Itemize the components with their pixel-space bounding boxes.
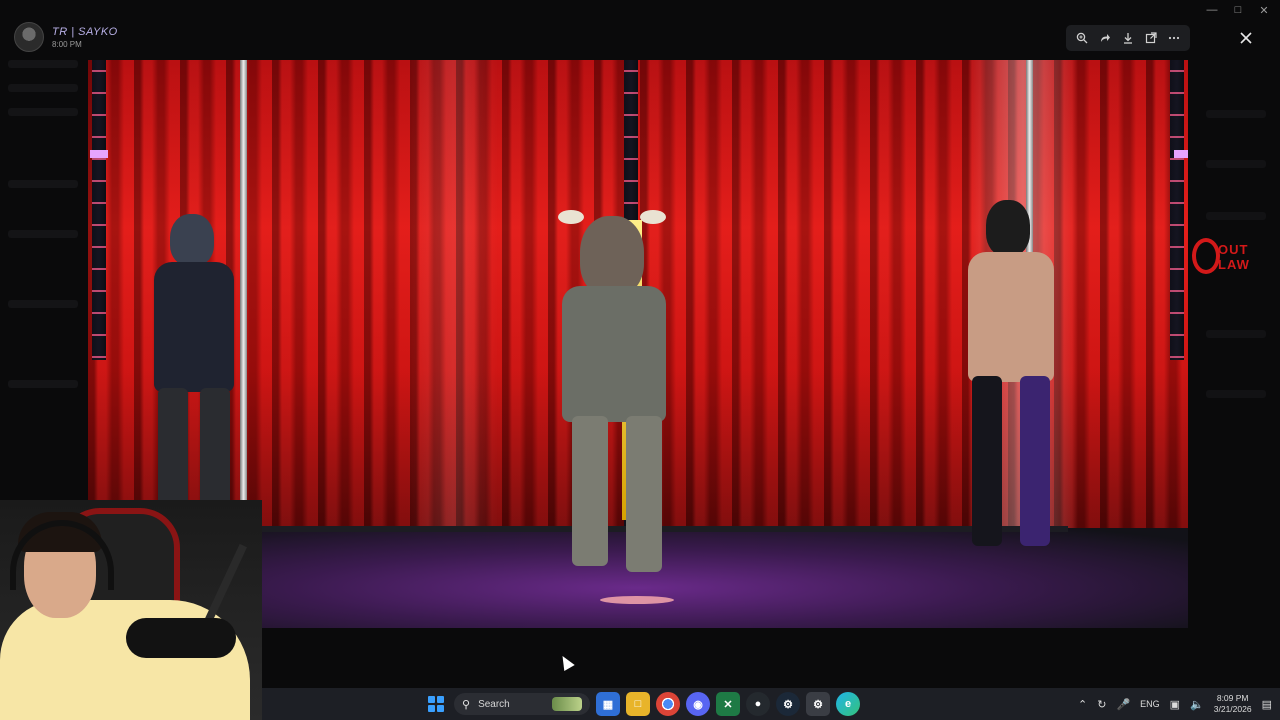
clock-time: 8:09 PM (1216, 693, 1249, 703)
steam-icon[interactable]: ⚙ (776, 692, 800, 716)
windows-start-icon[interactable] (424, 692, 448, 716)
logo-text: LAW (1218, 257, 1250, 272)
bull-horn (558, 210, 584, 224)
character-leg (200, 388, 230, 508)
discord-icon[interactable]: ◉ (686, 692, 710, 716)
bg-line (8, 300, 78, 308)
notification-icon[interactable]: ▤ (1262, 698, 1272, 711)
chevron-up-icon[interactable]: ⌃ (1078, 698, 1087, 711)
character-leg (972, 376, 1002, 546)
avatar[interactable] (14, 22, 44, 52)
search-label: Search (478, 698, 510, 710)
outlaw-logo: OUT LAW (1192, 236, 1258, 280)
author-name[interactable]: TR | SAYKO (52, 26, 118, 38)
maximize-icon[interactable]: □ (1232, 4, 1244, 17)
settings-icon[interactable]: ⚙ (806, 692, 830, 716)
microphone-tray-icon[interactable]: 🎤 (1116, 698, 1130, 711)
light-pillar (1170, 60, 1184, 360)
character-head (170, 214, 214, 266)
character-leg (572, 416, 608, 566)
search-highlight-image (552, 697, 582, 711)
terminal-icon[interactable]: ✕ (716, 692, 740, 716)
system-tray: ⌃ ↻ 🎤 ENG ▣ 🔈 8:09 PM 3/21/2026 ▤ (1078, 688, 1272, 720)
download-icon[interactable] (1119, 29, 1137, 47)
github-icon[interactable]: ● (746, 692, 770, 716)
microphone-icon (126, 618, 236, 658)
open-external-icon[interactable] (1142, 29, 1160, 47)
character-right (950, 200, 1080, 570)
character-torso (154, 262, 234, 392)
bg-line (1206, 330, 1266, 338)
character-torso (562, 286, 666, 422)
logo-text: OUT (1218, 242, 1249, 257)
character-torso (968, 252, 1054, 382)
bg-line (8, 60, 78, 68)
clock-date: 3/21/2026 (1213, 704, 1252, 714)
close-icon[interactable] (1234, 26, 1258, 50)
zoom-in-icon[interactable] (1073, 29, 1091, 47)
bg-line (1206, 390, 1266, 398)
window-controls: — □ ✕ (1206, 4, 1270, 17)
bg-line (1206, 110, 1266, 118)
stage-marker (600, 596, 674, 604)
taskbar-apps: ⚲ Search ▦ □ ◉ ✕ ● ⚙ ⚙ e (424, 692, 860, 716)
network-icon[interactable]: ▣ (1170, 698, 1180, 711)
search-icon: ⚲ (462, 698, 471, 711)
bg-line (8, 380, 78, 388)
file-explorer-icon[interactable]: □ (626, 692, 650, 716)
character-leg (626, 416, 662, 572)
purple-light (1174, 150, 1188, 158)
screen: — □ ✕ TR | SAYKO 8:00 PM OUT LAW ⚲ Searc… (0, 0, 1280, 720)
light-pillar (92, 60, 106, 360)
window-close-icon[interactable]: ✕ (1258, 4, 1270, 17)
image-author: TR | SAYKO 8:00 PM (14, 22, 118, 52)
language-indicator[interactable]: ENG (1140, 699, 1160, 709)
forward-icon[interactable] (1096, 29, 1114, 47)
edge-icon[interactable]: e (836, 692, 860, 716)
bg-line (8, 108, 78, 116)
taskbar-clock[interactable]: 8:09 PM 3/21/2026 (1214, 693, 1252, 715)
webcam-overlay (0, 500, 262, 720)
bull-mask (580, 216, 644, 296)
chrome-icon[interactable] (656, 692, 680, 716)
character-leg (1020, 376, 1050, 546)
purple-light (90, 150, 108, 158)
bg-line (8, 230, 78, 238)
character-center (528, 210, 698, 580)
spotlight (408, 60, 498, 540)
taskbar-search[interactable]: ⚲ Search (454, 693, 590, 715)
store-icon[interactable]: ▦ (596, 692, 620, 716)
bg-line (1206, 212, 1266, 220)
windows-taskbar: ⚲ Search ▦ □ ◉ ✕ ● ⚙ ⚙ e ⌃ ↻ 🎤 ENG ▣ 🔈 8… (262, 688, 1280, 720)
more-icon[interactable] (1165, 29, 1183, 47)
sync-icon[interactable]: ↻ (1097, 698, 1106, 711)
bg-line (1206, 160, 1266, 168)
minimize-icon[interactable]: — (1206, 4, 1218, 17)
bg-line (8, 84, 78, 92)
image-viewer-toolbar (1066, 25, 1190, 51)
post-time: 8:00 PM (52, 39, 82, 49)
bg-line (8, 180, 78, 188)
character-head (986, 200, 1030, 256)
volume-icon[interactable]: 🔈 (1190, 698, 1204, 711)
bull-horn (640, 210, 666, 224)
